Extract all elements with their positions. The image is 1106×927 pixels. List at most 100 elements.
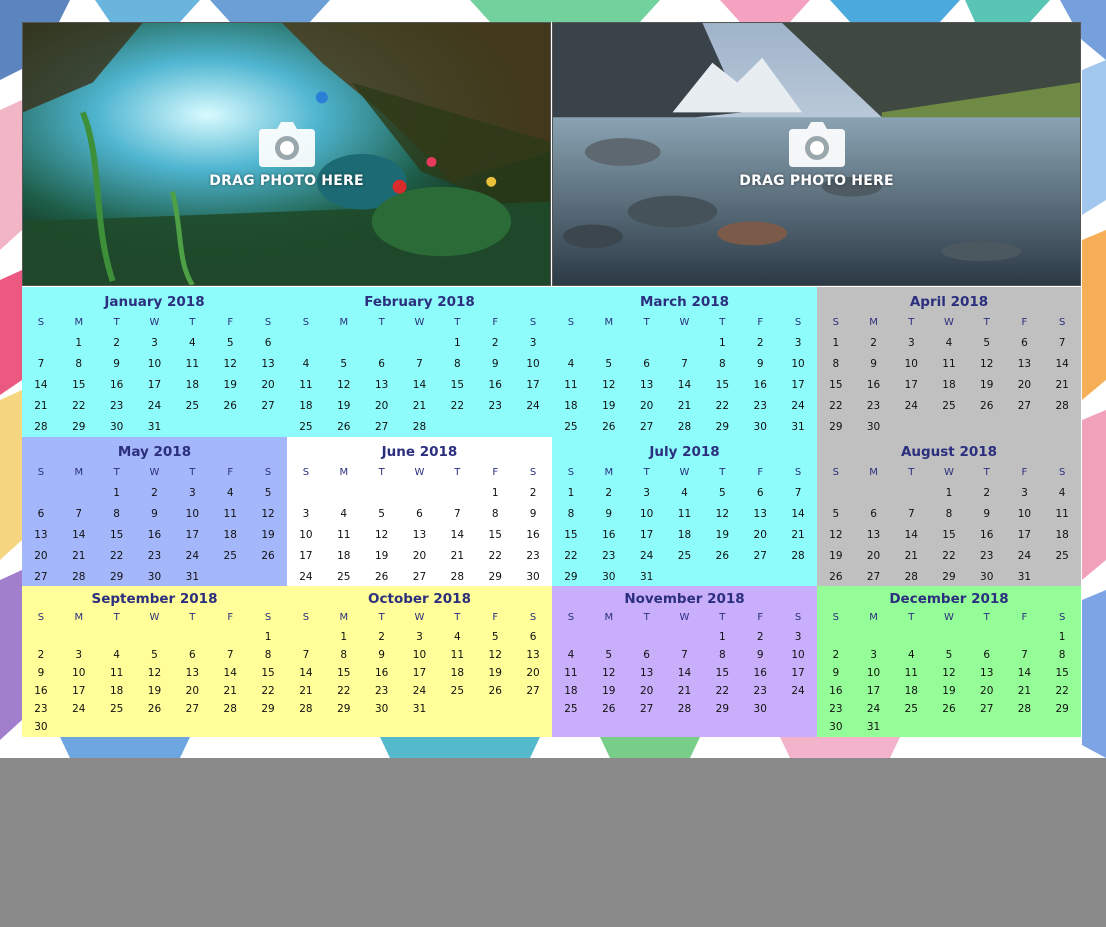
day-cell[interactable]: 18	[930, 375, 968, 396]
day-cell[interactable]: 30	[98, 417, 136, 437]
day-cell[interactable]: 3	[401, 628, 439, 646]
day-cell[interactable]: 16	[136, 525, 174, 546]
day-cell[interactable]: 12	[590, 375, 628, 396]
day-cell[interactable]: 14	[22, 375, 60, 396]
day-cell[interactable]: 16	[855, 375, 893, 396]
day-cell[interactable]: 22	[476, 546, 514, 567]
day-cell[interactable]: 18	[552, 396, 590, 417]
day-cell[interactable]: 22	[930, 546, 968, 567]
day-cell[interactable]: 17	[287, 546, 325, 567]
day-cell[interactable]: 6	[401, 504, 439, 525]
day-cell[interactable]: 9	[363, 646, 401, 664]
day-cell[interactable]: 5	[968, 333, 1006, 354]
day-cell[interactable]: 26	[930, 700, 968, 718]
day-cell[interactable]: 23	[98, 396, 136, 417]
day-cell[interactable]: 14	[1043, 354, 1081, 375]
day-cell[interactable]: 16	[590, 525, 628, 546]
day-cell[interactable]: 21	[211, 682, 249, 700]
day-cell[interactable]: 24	[401, 682, 439, 700]
day-cell[interactable]: 28	[287, 700, 325, 718]
day-cell[interactable]: 16	[98, 375, 136, 396]
day-cell[interactable]: 6	[249, 333, 287, 354]
day-cell[interactable]: 16	[363, 664, 401, 682]
day-cell[interactable]: 14	[438, 525, 476, 546]
day-cell[interactable]: 29	[703, 700, 741, 718]
day-cell[interactable]: 16	[741, 664, 779, 682]
day-cell[interactable]: 13	[1006, 354, 1044, 375]
day-cell[interactable]: 12	[249, 504, 287, 525]
day-cell[interactable]: 28	[60, 567, 98, 586]
day-cell[interactable]: 5	[363, 504, 401, 525]
day-cell[interactable]: 20	[514, 664, 552, 682]
drag-photo-dropzone[interactable]: DRAG PHOTO HERE	[23, 23, 550, 285]
day-cell[interactable]: 22	[249, 682, 287, 700]
day-cell[interactable]: 13	[628, 664, 666, 682]
day-cell[interactable]: 28	[211, 700, 249, 718]
day-cell[interactable]: 30	[741, 417, 779, 437]
day-cell[interactable]: 8	[1043, 646, 1081, 664]
day-cell[interactable]: 18	[1043, 525, 1081, 546]
day-cell[interactable]: 19	[136, 682, 174, 700]
day-cell[interactable]: 14	[211, 664, 249, 682]
day-cell[interactable]: 12	[325, 375, 363, 396]
day-cell[interactable]: 4	[438, 628, 476, 646]
day-cell[interactable]: 24	[779, 682, 817, 700]
day-cell[interactable]: 1	[60, 333, 98, 354]
day-cell[interactable]: 28	[779, 546, 817, 567]
day-cell[interactable]: 11	[287, 375, 325, 396]
day-cell[interactable]: 13	[855, 525, 893, 546]
day-cell[interactable]: 25	[930, 396, 968, 417]
day-cell[interactable]: 30	[514, 567, 552, 586]
day-cell[interactable]: 21	[1043, 375, 1081, 396]
day-cell[interactable]: 29	[476, 567, 514, 586]
day-cell[interactable]: 8	[438, 354, 476, 375]
day-cell[interactable]: 10	[136, 354, 174, 375]
day-cell[interactable]: 5	[325, 354, 363, 375]
day-cell[interactable]: 13	[363, 375, 401, 396]
day-cell[interactable]: 20	[173, 682, 211, 700]
day-cell[interactable]: 1	[930, 483, 968, 504]
day-cell[interactable]: 11	[666, 504, 704, 525]
day-cell[interactable]: 8	[60, 354, 98, 375]
day-cell[interactable]: 18	[438, 664, 476, 682]
day-cell[interactable]: 7	[666, 646, 704, 664]
day-cell[interactable]: 15	[703, 664, 741, 682]
day-cell[interactable]: 19	[249, 525, 287, 546]
day-cell[interactable]: 24	[855, 700, 893, 718]
day-cell[interactable]: 14	[287, 664, 325, 682]
day-cell[interactable]: 26	[590, 700, 628, 718]
day-cell[interactable]: 22	[60, 396, 98, 417]
day-cell[interactable]: 26	[476, 682, 514, 700]
day-cell[interactable]: 15	[249, 664, 287, 682]
day-cell[interactable]: 5	[249, 483, 287, 504]
day-cell[interactable]: 9	[741, 354, 779, 375]
day-cell[interactable]: 19	[590, 396, 628, 417]
day-cell[interactable]: 23	[476, 396, 514, 417]
day-cell[interactable]: 27	[514, 682, 552, 700]
day-cell[interactable]: 4	[552, 354, 590, 375]
day-cell[interactable]: 17	[60, 682, 98, 700]
day-cell[interactable]: 22	[703, 682, 741, 700]
day-cell[interactable]: 25	[552, 700, 590, 718]
day-cell[interactable]: 27	[401, 567, 439, 586]
day-cell[interactable]: 1	[703, 333, 741, 354]
day-cell[interactable]: 28	[1043, 396, 1081, 417]
day-cell[interactable]: 26	[968, 396, 1006, 417]
day-cell[interactable]: 29	[552, 567, 590, 586]
day-cell[interactable]: 6	[514, 628, 552, 646]
day-cell[interactable]: 23	[741, 396, 779, 417]
day-cell[interactable]: 20	[741, 525, 779, 546]
day-cell[interactable]: 11	[98, 664, 136, 682]
day-cell[interactable]: 8	[98, 504, 136, 525]
day-cell[interactable]: 28	[892, 567, 930, 586]
day-cell[interactable]: 4	[892, 646, 930, 664]
day-cell[interactable]: 16	[741, 375, 779, 396]
day-cell[interactable]: 15	[817, 375, 855, 396]
day-cell[interactable]: 3	[855, 646, 893, 664]
day-cell[interactable]: 2	[855, 333, 893, 354]
day-cell[interactable]: 26	[363, 567, 401, 586]
day-cell[interactable]: 25	[98, 700, 136, 718]
day-cell[interactable]: 1	[325, 628, 363, 646]
day-cell[interactable]: 30	[136, 567, 174, 586]
day-cell[interactable]: 3	[287, 504, 325, 525]
